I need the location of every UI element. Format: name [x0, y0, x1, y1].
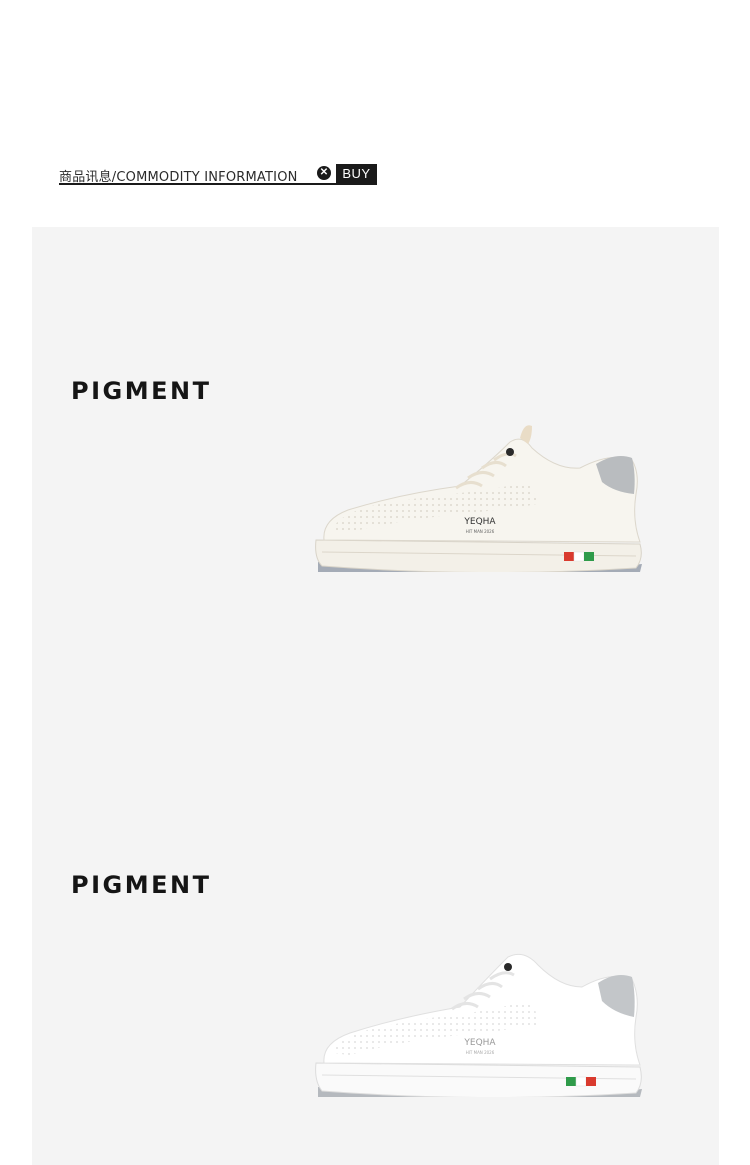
flag-stripe-white: [573, 551, 585, 562]
sneaker-image-white: YEQHA HIT MAN 2026: [315, 953, 642, 1097]
shoe-brand-text: YEQHA: [463, 1038, 496, 1048]
flag-stripe-red: [586, 1077, 596, 1086]
header-underline: [59, 183, 377, 185]
lace-toggle: [504, 963, 512, 971]
buy-badge[interactable]: BUY: [336, 164, 377, 184]
section-title-pigment-1: PIGMENT: [71, 377, 212, 405]
shoe-brand-text: YEQHA: [463, 517, 496, 527]
sneaker-image-offwhite: YEQHA HIT MAN 2026: [315, 425, 642, 572]
shoe-tagline-text: HIT MAN 2026: [466, 529, 495, 534]
flag-stripe-green: [584, 552, 594, 561]
shoe-tagline-text: HIT MAN 2026: [466, 1050, 495, 1055]
product-panel: PIGMENT YEQHA HIT MAN 2026 PIGMENT YEQHA…: [32, 227, 719, 1165]
section-title-pigment-2: PIGMENT: [71, 871, 212, 899]
x-circle-icon: ✕: [317, 166, 331, 180]
commodity-info-header: 商品讯息/COMMODITY INFORMATION ✕ BUY: [59, 162, 377, 186]
flag-stripe-green: [566, 1077, 576, 1086]
flag-stripe-red: [564, 552, 574, 561]
lace-toggle: [506, 448, 514, 456]
flag-stripe-white: [575, 1076, 587, 1087]
